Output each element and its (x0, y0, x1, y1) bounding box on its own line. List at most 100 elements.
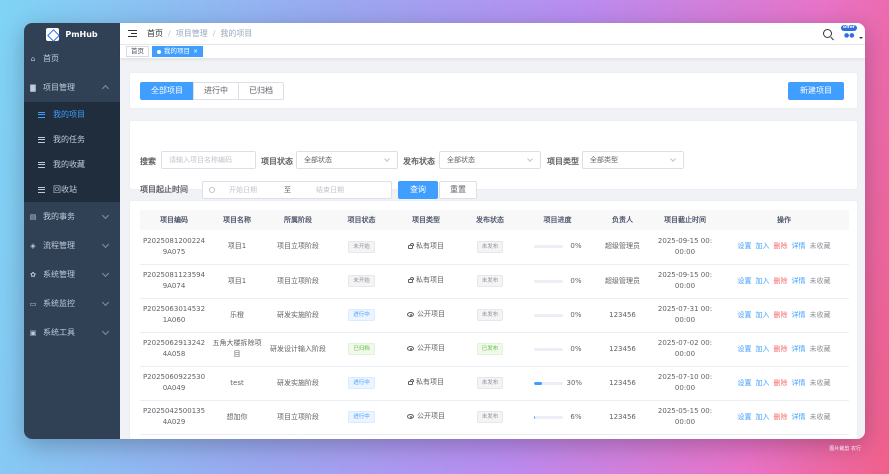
row-actions: 设置 加入 删除 详情 未收藏 (738, 412, 831, 423)
query-button[interactable]: 查询 (398, 181, 438, 199)
sidebar-subitem-0[interactable]: 我的项目 (24, 102, 120, 127)
start-date-input[interactable]: 开始日期 (229, 182, 257, 198)
publish-status-cell: 未发布 (459, 298, 521, 333)
delete-link[interactable]: 删除 (774, 310, 788, 321)
sidebar-menu: ⌂ 首页 ▇ 项目管理 我的项目我的任务我的收藏 回收站 ▤ 我的事务 ◈ 流程管理 ✿ 系统管理 ▭ 系… (24, 44, 120, 347)
project-stage-cell: 项目立项阶段 (266, 400, 330, 435)
status-select[interactable]: 全部状态 (296, 151, 398, 169)
favorite-link[interactable]: 未收藏 (810, 344, 831, 355)
settings-link[interactable]: 设置 (738, 344, 752, 355)
project-type: 私有项目 (408, 275, 444, 286)
delete-link[interactable]: 删除 (774, 276, 788, 287)
deadline-cell: 2025-09-15 00:00:00 (651, 230, 719, 265)
sidebar-subitem-2[interactable]: 我的收藏 (24, 152, 120, 177)
project-table-card: 项目编码 项目名称 所属阶段 项目状态 项目类型 发布状态 项目进度 负责人 项目截止时间 操作 … (129, 200, 858, 439)
actions-cell: 设置 加入 删除 详情 未收藏 (719, 366, 849, 401)
delete-link[interactable]: 删除 (774, 412, 788, 423)
favorite-link[interactable]: 未收藏 (810, 310, 831, 321)
join-link[interactable]: 加入 (756, 241, 770, 252)
sidebar-item-6[interactable]: ▣ 系统工具 (24, 318, 120, 347)
project-status-cell: 进行中 (330, 400, 393, 435)
app-logo[interactable]: PmHub (24, 24, 120, 44)
details-link[interactable]: 详情 (792, 310, 806, 321)
progress-cell: 0% (521, 332, 594, 367)
column-header: 负责人 (594, 210, 651, 230)
sidebar-item-label: 我的事务 (43, 212, 75, 221)
caret-down-icon (859, 37, 863, 39)
publish-badge: 未发布 (476, 240, 504, 253)
tag-home[interactable]: 首页 (126, 46, 149, 57)
details-link[interactable]: 详情 (792, 241, 806, 252)
toolbar-card: 全部项目 进行中 已归档 新建项目 (129, 72, 858, 109)
settings-link[interactable]: 设置 (738, 378, 752, 389)
favorite-link[interactable]: 未收藏 (810, 241, 831, 252)
project-code-cell: P20250812002249A075 (140, 230, 208, 265)
favorite-link[interactable]: 未收藏 (810, 276, 831, 287)
sidebar-item-2[interactable]: ▤ 我的事务 (24, 202, 120, 231)
table-row: P20250425001354A029 想加你 项目立项阶段 进行中 公开项目 未发布 6%… (140, 400, 849, 435)
sidebar-subitem-1[interactable]: 我的任务 (24, 127, 120, 152)
sidebar-item-0[interactable]: ⌂ 首页 (24, 44, 120, 73)
join-link[interactable]: 加入 (756, 310, 770, 321)
sidebar-subitem-label: 我的任务 (53, 135, 85, 144)
delete-link[interactable]: 删除 (774, 344, 788, 355)
tab-in-progress[interactable]: 进行中 (193, 82, 239, 100)
chevron-down-icon (670, 156, 676, 162)
table-body: P20250812002249A075 项目1 项目立项阶段 未开始 私有项目 未发布 0%… (140, 230, 849, 435)
status-select-value: 全部状态 (304, 156, 332, 164)
join-link[interactable]: 加入 (756, 412, 770, 423)
tag-my-projects[interactable]: 我的项目 × (152, 46, 204, 57)
details-link[interactable]: 详情 (792, 412, 806, 423)
settings-link[interactable]: 设置 (738, 310, 752, 321)
breadcrumb-home[interactable]: 首页 (147, 28, 163, 39)
row-actions: 设置 加入 删除 详情 未收藏 (738, 344, 831, 355)
sidebar-subitem-3[interactable]: 回收站 (24, 177, 120, 202)
new-project-button[interactable]: 新建项目 (788, 82, 844, 100)
publish-status-cell: 已发布 (459, 332, 521, 367)
reset-button[interactable]: 重置 (439, 181, 477, 199)
favorite-link[interactable]: 未收藏 (810, 412, 831, 423)
tab-all-projects[interactable]: 全部项目 (140, 82, 194, 100)
avatar[interactable]: offer ●● (841, 25, 863, 41)
deadline: 2025-07-10 00:00:00 (657, 373, 713, 392)
sidebar-item-1[interactable]: ▇ 项目管理 (24, 73, 120, 102)
settings-link[interactable]: 设置 (738, 241, 752, 252)
join-link[interactable]: 加入 (756, 344, 770, 355)
progress-fill (533, 381, 543, 385)
tab-archived[interactable]: 已归档 (238, 82, 284, 100)
row-actions: 设置 加入 删除 详情 未收藏 (738, 276, 831, 287)
end-date-input[interactable]: 结束日期 (316, 182, 344, 198)
settings-link[interactable]: 设置 (738, 276, 752, 287)
breadcrumb-my-projects: 我的项目 (220, 29, 253, 38)
project-stage: 项目立项阶段 (277, 276, 319, 285)
publish-select-value: 全部状态 (447, 156, 475, 164)
list-icon (38, 136, 45, 143)
join-link[interactable]: 加入 (756, 378, 770, 389)
date-range-picker[interactable]: 开始日期 至 结束日期 (202, 181, 392, 199)
search-input[interactable]: 请输入项目名称编码 (161, 151, 256, 169)
type-select[interactable]: 全部类型 (582, 151, 684, 169)
sidebar-item-label: 流程管理 (43, 241, 75, 250)
delete-link[interactable]: 删除 (774, 241, 788, 252)
sidebar-item-5[interactable]: ▭ 系统监控 (24, 289, 120, 318)
search-icon[interactable] (823, 28, 832, 38)
gear-icon: ✿ (30, 270, 36, 279)
publish-select[interactable]: 全部状态 (439, 151, 541, 169)
details-link[interactable]: 详情 (792, 276, 806, 287)
settings-link[interactable]: 设置 (738, 412, 752, 423)
delete-link[interactable]: 删除 (774, 378, 788, 389)
close-icon[interactable]: × (193, 47, 198, 56)
owner-cell: 123456 (594, 298, 651, 333)
join-link[interactable]: 加入 (756, 276, 770, 287)
progress: 0% (533, 241, 582, 252)
details-link[interactable]: 详情 (792, 378, 806, 389)
sidebar-item-label: 系统工具 (43, 328, 75, 337)
sidebar-item-3[interactable]: ◈ 流程管理 (24, 231, 120, 260)
deadline: 2025-07-31 00:00:00 (657, 305, 713, 324)
publish-badge: 未发布 (476, 377, 504, 389)
progress: 30% (533, 378, 582, 389)
hamburger-icon[interactable] (128, 29, 137, 38)
sidebar-item-4[interactable]: ✿ 系统管理 (24, 260, 120, 289)
favorite-link[interactable]: 未收藏 (810, 378, 831, 389)
details-link[interactable]: 详情 (792, 344, 806, 355)
